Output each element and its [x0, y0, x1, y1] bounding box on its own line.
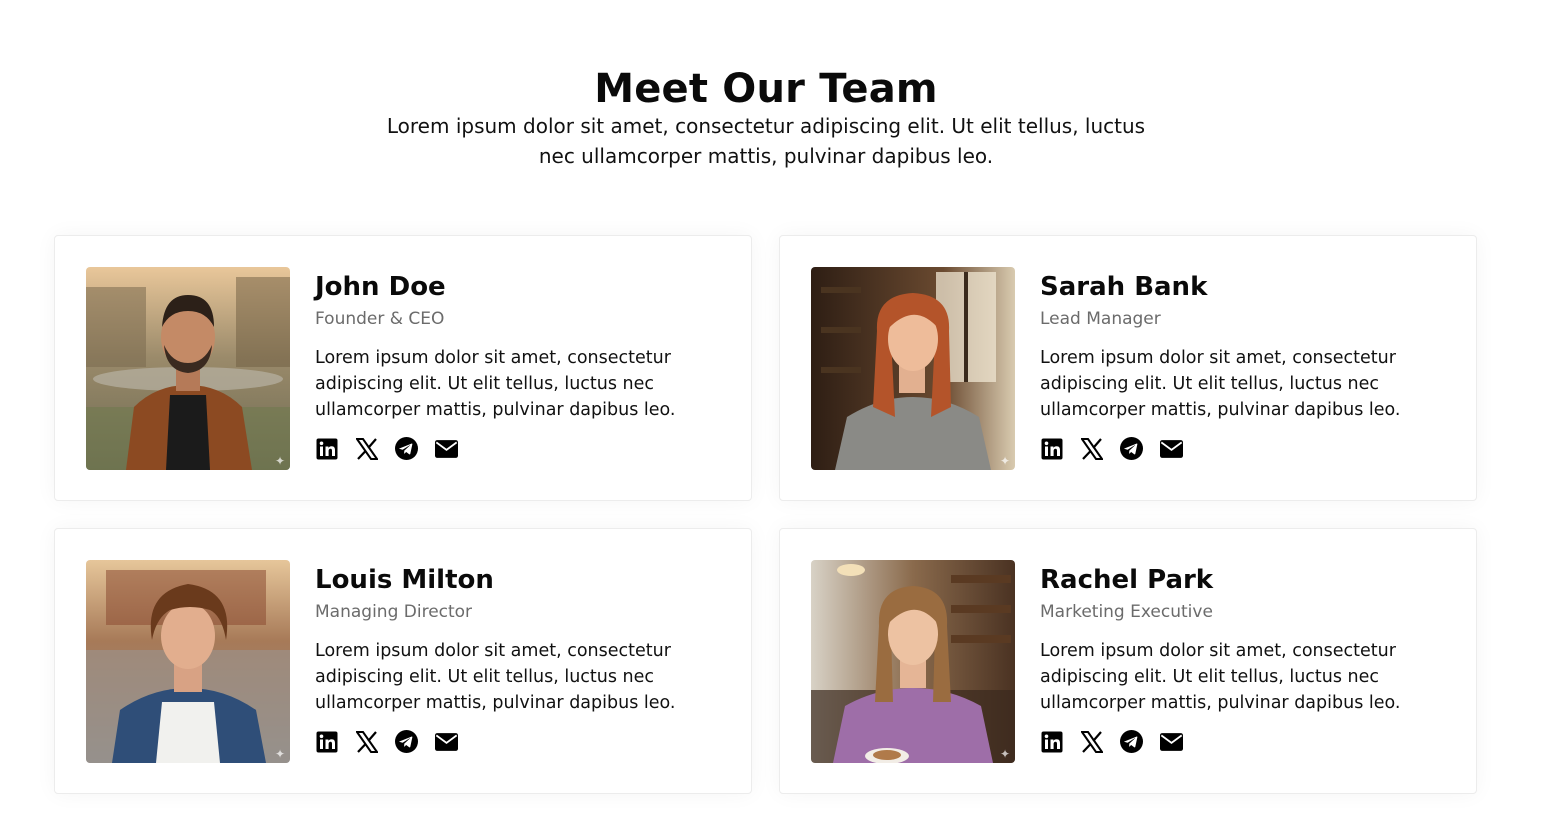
member-bio: Lorem ipsum dolor sit amet, consectetur … — [315, 641, 676, 713]
profile-photo: ✦ — [811, 560, 1015, 763]
telegram-icon[interactable] — [395, 437, 418, 460]
member-bio: Lorem ipsum dolor sit amet, consectetur … — [1040, 348, 1401, 420]
sparkle-icon: ✦ — [274, 747, 285, 761]
page-subtitle: Lorem ipsum dolor sit amet, consectetur … — [386, 114, 1146, 168]
member-bio: Lorem ipsum dolor sit amet, consectetur … — [315, 348, 676, 420]
member-role: Founder & CEO — [315, 309, 445, 329]
team-card-louis-milton: ✦ Louis Milton Managing Director Lorem i… — [54, 528, 752, 794]
telegram-icon[interactable] — [395, 730, 418, 753]
x-icon[interactable] — [1080, 437, 1103, 460]
email-icon[interactable] — [435, 437, 458, 460]
member-name: Rachel Park — [1040, 565, 1214, 595]
x-icon[interactable] — [1080, 730, 1103, 753]
member-role: Managing Director — [315, 602, 473, 622]
member-role: Lead Manager — [1040, 309, 1161, 329]
social-links — [315, 730, 735, 753]
email-icon[interactable] — [1160, 730, 1183, 753]
member-name: Sarah Bank — [1040, 272, 1208, 302]
team-card-sarah-bank: ✦ Sarah Bank Lead Manager Lorem ipsum do… — [779, 235, 1477, 501]
linkedin-icon[interactable] — [1040, 730, 1063, 753]
profile-photo: ✦ — [811, 267, 1015, 470]
social-links — [315, 437, 735, 460]
member-name: Louis Milton — [315, 565, 494, 595]
team-card-john-doe: ✦ John Doe Founder & CEO Lorem ipsum dol… — [54, 235, 752, 501]
profile-photo: ✦ — [86, 560, 290, 763]
sparkle-icon: ✦ — [999, 454, 1010, 468]
linkedin-icon[interactable] — [315, 437, 338, 460]
social-links — [1040, 437, 1460, 460]
page-title: Meet Our Team — [594, 65, 938, 112]
member-role: Marketing Executive — [1040, 602, 1213, 622]
team-section: Meet Our Team Lorem ipsum dolor sit amet… — [0, 0, 1544, 836]
sparkle-icon: ✦ — [274, 454, 285, 468]
telegram-icon[interactable] — [1120, 730, 1143, 753]
email-icon[interactable] — [1160, 437, 1183, 460]
x-icon[interactable] — [355, 730, 378, 753]
telegram-icon[interactable] — [1120, 437, 1143, 460]
profile-photo: ✦ — [86, 267, 290, 470]
x-icon[interactable] — [355, 437, 378, 460]
sparkle-icon: ✦ — [999, 747, 1010, 761]
member-name: John Doe — [315, 272, 446, 302]
social-links — [1040, 730, 1460, 753]
member-bio: Lorem ipsum dolor sit amet, consectetur … — [1040, 641, 1401, 713]
email-icon[interactable] — [435, 730, 458, 753]
linkedin-icon[interactable] — [1040, 437, 1063, 460]
team-card-rachel-park: ✦ Rachel Park Marketing Executive Lorem … — [779, 528, 1477, 794]
linkedin-icon[interactable] — [315, 730, 338, 753]
